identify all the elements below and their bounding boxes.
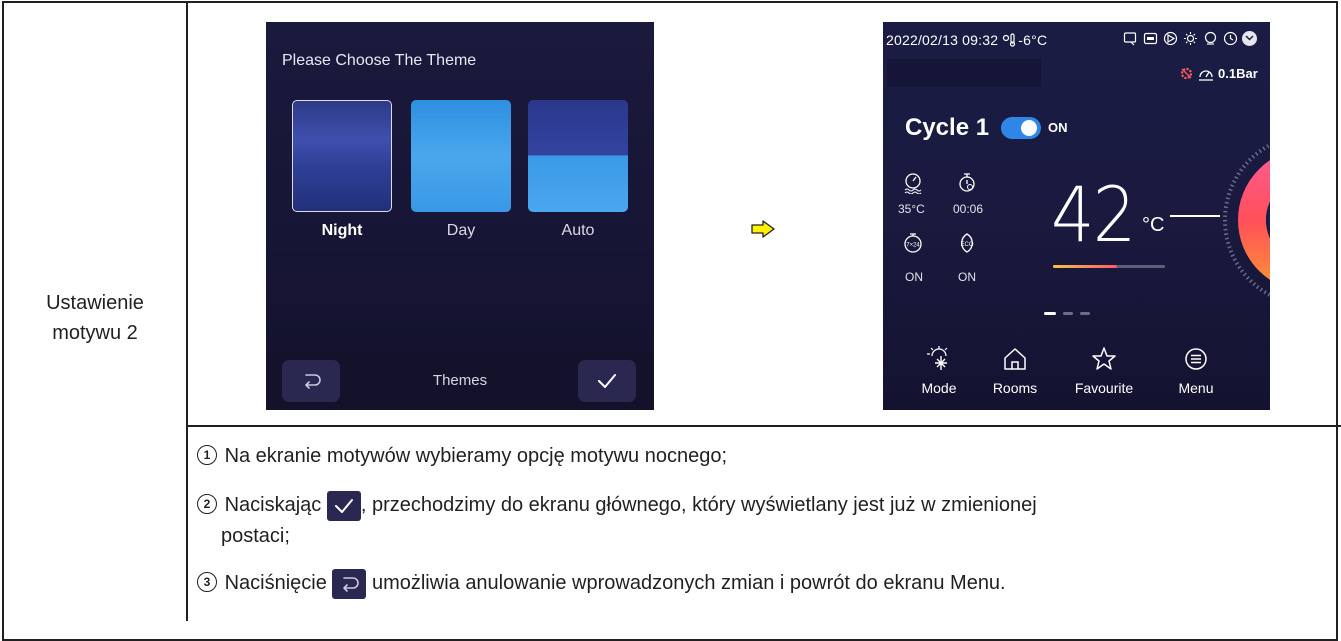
temp-bar-fill [1053, 265, 1117, 268]
confirm-button[interactable] [578, 360, 636, 402]
step-number: 2 [197, 494, 217, 514]
pressure-gauge-icon [1199, 69, 1213, 81]
nav-rooms-label: Rooms [992, 380, 1038, 396]
date-time: 2022/02/13 09:32 [886, 32, 999, 48]
eco-state: ON [958, 270, 976, 284]
weekly-timer-icon: 7×24 [904, 233, 922, 253]
inline-confirm-button [326, 491, 361, 521]
row-divider [186, 425, 1341, 427]
timer-value: 00:06 [953, 202, 984, 216]
status-bar: 2022/02/13 09:32 -6°C [886, 32, 1047, 48]
cycle-state: ON [1048, 120, 1068, 135]
theme-card-night[interactable] [292, 100, 392, 212]
snow-sun-icon [927, 346, 948, 370]
page-dot-active[interactable] [1044, 312, 1056, 315]
hbr-icon [1142, 30, 1158, 46]
step-text-line2: postaci; [221, 525, 290, 547]
pump-icon [1162, 30, 1178, 46]
nav-mode[interactable]: Mode [904, 342, 974, 396]
row-label: Ustawienie motywu 2 [46, 292, 144, 344]
theme-screen: Please Choose The Theme Night Day Auto T… [266, 22, 654, 410]
outdoor-sensor-icon [1003, 33, 1016, 47]
theme-card-auto[interactable] [528, 100, 628, 212]
star-icon [1092, 347, 1116, 370]
outdoor-temp: -6°C [1018, 32, 1048, 48]
info-box [887, 59, 1041, 87]
theme-card-day[interactable] [411, 100, 511, 212]
step-text: Na ekranie motywów wybieramy opcję motyw… [224, 445, 728, 467]
error-gear-icon [1180, 67, 1193, 80]
nav-mode-label: Mode [921, 380, 957, 396]
nav-favourite-label: Favourite [1074, 380, 1134, 396]
chevron-down-icon[interactable] [1242, 30, 1257, 46]
step-number: 3 [197, 572, 217, 592]
set-temperature: 42 [1051, 170, 1136, 259]
checkmark-icon [334, 499, 353, 513]
weekly-state: ON [905, 270, 923, 284]
page-dot[interactable] [1063, 312, 1073, 315]
cycle-title: Cycle 1 [905, 114, 990, 141]
pressure-indicator: 0.1Bar [1179, 66, 1258, 81]
screen-icon [1122, 30, 1138, 46]
inline-back-button [332, 569, 367, 599]
step-3: 3 Naciśnięcie umożliwia anulowanie wprow… [197, 568, 1006, 599]
back-arrow-icon [343, 577, 360, 592]
step-2: 2 Naciskając , przechodzimy do ekranu gł… [197, 490, 1332, 551]
theme-label-night[interactable]: Night [292, 222, 392, 240]
checkmark-icon [598, 374, 616, 388]
main-screen: 2022/02/13 09:32 -6°C 0.1Bar Cycle 1 ON … [883, 22, 1270, 410]
nav-menu[interactable]: Menu [1161, 342, 1231, 396]
page-dot[interactable] [1080, 312, 1090, 315]
temperature-unit: °C [1142, 214, 1165, 236]
step-text-after: , przechodzimy do ekranu głównego, który… [360, 494, 1037, 516]
theme-label-day[interactable]: Day [411, 222, 511, 240]
home-icon [1004, 348, 1026, 370]
column-divider [186, 1, 188, 621]
temperature-dial[interactable] [1200, 110, 1270, 330]
svg-text:ECO: ECO [960, 242, 973, 248]
step-text-after: umożliwia anulowanie wprowadzonych zmian… [371, 572, 1006, 594]
eco-icon: ECO [960, 233, 974, 253]
nav-menu-label: Menu [1178, 380, 1214, 396]
cycle-toggle[interactable] [1001, 117, 1041, 139]
sun-icon [1182, 30, 1198, 46]
step-text-before: Naciskając [224, 494, 322, 516]
step-number: 1 [197, 445, 217, 465]
nav-favourite[interactable]: Favourite [1069, 342, 1139, 396]
clock-icon [1222, 30, 1238, 46]
theme-title: Please Choose The Theme [282, 52, 477, 69]
step-text-before: Naciśnięcie [224, 572, 327, 594]
step-1: 1 Na ekranie motywów wybieramy opcję mot… [197, 441, 727, 471]
nav-rooms[interactable]: Rooms [980, 342, 1050, 396]
right-arrow-icon [751, 220, 775, 238]
menu-list-icon [1185, 348, 1207, 370]
water-temp: 35°C [898, 202, 925, 216]
heater-icon [1202, 30, 1218, 46]
theme-label-auto[interactable]: Auto [528, 222, 628, 240]
svg-text:7×24: 7×24 [906, 243, 920, 249]
water-gauge-icon [904, 173, 922, 194]
status-icons [1122, 30, 1257, 46]
timer-icon [959, 173, 975, 192]
pressure-value: 0.1Bar [1218, 66, 1258, 81]
